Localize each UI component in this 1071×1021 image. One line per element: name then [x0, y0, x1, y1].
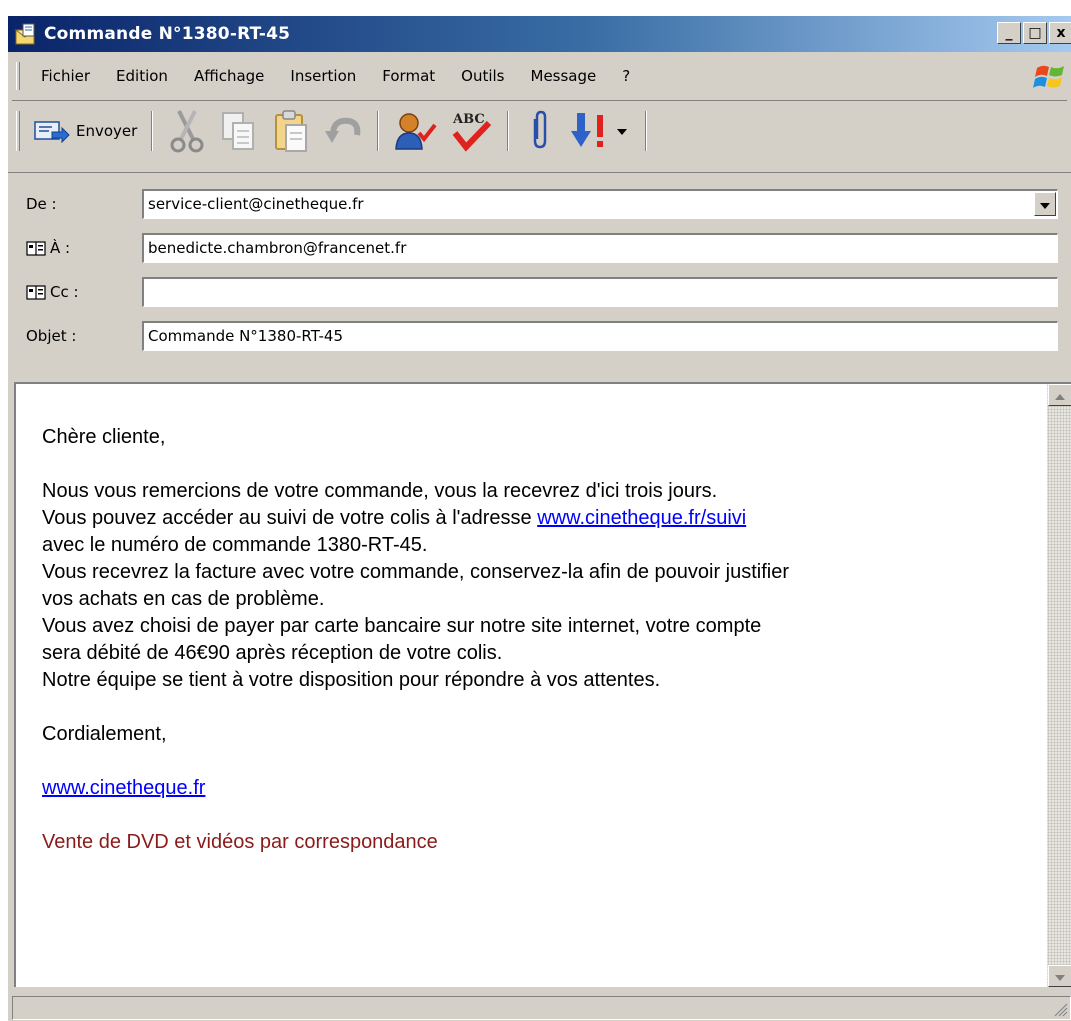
from-label: De :	[26, 195, 57, 213]
tagline: Vente de DVD et vidéos par correspondanc…	[42, 831, 438, 853]
body-line: Vous avez choisi de payer par carte banc…	[42, 615, 762, 637]
to-label: À :	[50, 239, 71, 257]
menu-help[interactable]: ?	[609, 62, 643, 90]
menu-format[interactable]: Format	[369, 62, 448, 90]
body-line: Nous vous remercions de votre commande, …	[42, 480, 718, 502]
toolbar-separator	[507, 110, 510, 151]
closing: Cordialement,	[42, 723, 167, 745]
toolbar-grip[interactable]	[16, 110, 20, 151]
send-label: Envoyer	[76, 121, 138, 140]
menu-grip[interactable]	[16, 62, 20, 90]
arrow-down-icon	[1055, 967, 1065, 985]
minimize-button[interactable]: _	[997, 22, 1021, 44]
spelling-button[interactable]: ABC	[443, 107, 499, 155]
svg-text:ABC: ABC	[452, 112, 485, 127]
close-icon: x	[1056, 25, 1066, 41]
minimize-icon: _	[1005, 25, 1013, 41]
menu-message[interactable]: Message	[518, 62, 610, 90]
arrow-up-icon	[1055, 386, 1065, 404]
new-message-icon	[14, 22, 38, 46]
address-book-icon	[26, 240, 46, 256]
greeting: Chère cliente,	[42, 426, 166, 448]
maximize-button[interactable]: □	[1023, 22, 1047, 44]
from-value: service-client@cinetheque.fr	[148, 195, 364, 213]
header-fields: De : service-client@cinetheque.fr À: be…	[8, 172, 1071, 382]
paste-button[interactable]	[265, 107, 317, 155]
spelling-icon: ABC	[449, 109, 493, 153]
website-link[interactable]: www.cinetheque.fr	[42, 777, 205, 799]
to-label-group[interactable]: À :	[26, 239, 70, 257]
to-field[interactable]: benedicte.chambron@francenet.fr	[142, 233, 1058, 263]
vertical-scrollbar[interactable]	[1047, 384, 1071, 987]
cc-label-group[interactable]: Cc :	[26, 283, 79, 301]
menu-insertion[interactable]: Insertion	[277, 62, 369, 90]
menu-affichage[interactable]: Affichage	[181, 62, 277, 90]
body-line: Notre équipe se tient à votre dispositio…	[42, 669, 661, 691]
send-icon	[34, 118, 70, 144]
toolbar-separator	[645, 110, 648, 151]
check-names-button[interactable]	[387, 107, 443, 155]
menu-bar: Fichier Edition Affichage Insertion Form…	[12, 58, 1067, 94]
subject-label: Objet :	[26, 327, 77, 345]
to-value: benedicte.chambron@francenet.fr	[148, 239, 407, 257]
chevron-down-icon	[1040, 191, 1050, 217]
compose-window: Commande N°1380-RT-45 _ □ x Fichier Edit…	[6, 14, 1071, 1021]
toolbar-separator	[151, 110, 154, 151]
undo-icon	[323, 109, 363, 153]
menu-edition[interactable]: Edition	[103, 62, 181, 90]
priority-icon	[569, 109, 631, 153]
attach-icon	[523, 109, 557, 153]
undo-button[interactable]	[317, 107, 369, 155]
priority-button[interactable]	[563, 107, 637, 155]
windows-logo-icon	[1033, 60, 1067, 92]
status-bar	[12, 996, 1071, 1020]
subject-row: Objet : Commande N°1380-RT-45	[8, 319, 1071, 353]
body-line-text: Vous pouvez accéder au suivi de votre co…	[42, 507, 538, 529]
cc-label: Cc :	[50, 283, 79, 301]
from-select[interactable]: service-client@cinetheque.fr	[142, 189, 1058, 219]
scroll-up-button[interactable]	[1048, 384, 1071, 406]
cut-button[interactable]	[161, 107, 213, 155]
copy-button[interactable]	[213, 107, 265, 155]
body-line: sera débité de 46€90 après réception de …	[42, 642, 503, 664]
message-body: Chère cliente, Nous vous remercions de v…	[42, 424, 1032, 856]
check-names-icon	[393, 109, 437, 153]
address-book-icon	[26, 284, 46, 300]
cc-row: Cc :	[8, 275, 1071, 309]
toolbar: Envoyer ABC	[12, 100, 1067, 160]
cc-field[interactable]	[142, 277, 1058, 307]
window-title: Commande N°1380-RT-45	[44, 24, 291, 44]
toolbar-separator	[377, 110, 380, 151]
scroll-down-button[interactable]	[1048, 965, 1071, 987]
to-row: À : benedicte.chambron@francenet.fr	[8, 231, 1071, 265]
menu-fichier[interactable]: Fichier	[28, 62, 103, 90]
copy-icon	[219, 109, 259, 153]
from-dropdown-button[interactable]	[1034, 192, 1056, 216]
menu-outils[interactable]: Outils	[448, 62, 517, 90]
resize-grip-icon[interactable]	[1052, 1001, 1068, 1017]
title-bar[interactable]: Commande N°1380-RT-45 _ □ x	[8, 16, 1071, 52]
subject-field[interactable]: Commande N°1380-RT-45	[142, 321, 1058, 351]
close-button[interactable]: x	[1049, 22, 1071, 44]
message-body-editor[interactable]: Chère cliente, Nous vous remercions de v…	[14, 382, 1071, 987]
send-button[interactable]: Envoyer	[28, 107, 143, 155]
attach-button[interactable]	[517, 107, 563, 155]
maximize-icon: □	[1028, 25, 1042, 41]
tracking-link[interactable]: www.cinetheque.fr/suivi	[537, 507, 746, 529]
cut-icon	[167, 109, 207, 153]
from-row: De : service-client@cinetheque.fr	[8, 187, 1071, 221]
paste-icon	[271, 109, 311, 153]
subject-value: Commande N°1380-RT-45	[148, 327, 344, 345]
body-line: Vous recevrez la facture avec votre comm…	[42, 561, 790, 583]
body-line: Vous pouvez accéder au suivi de votre co…	[42, 505, 1032, 532]
body-line: avec le numéro de commande 1380-RT-45.	[42, 534, 428, 556]
body-line: vos achats en cas de problème.	[42, 588, 325, 610]
